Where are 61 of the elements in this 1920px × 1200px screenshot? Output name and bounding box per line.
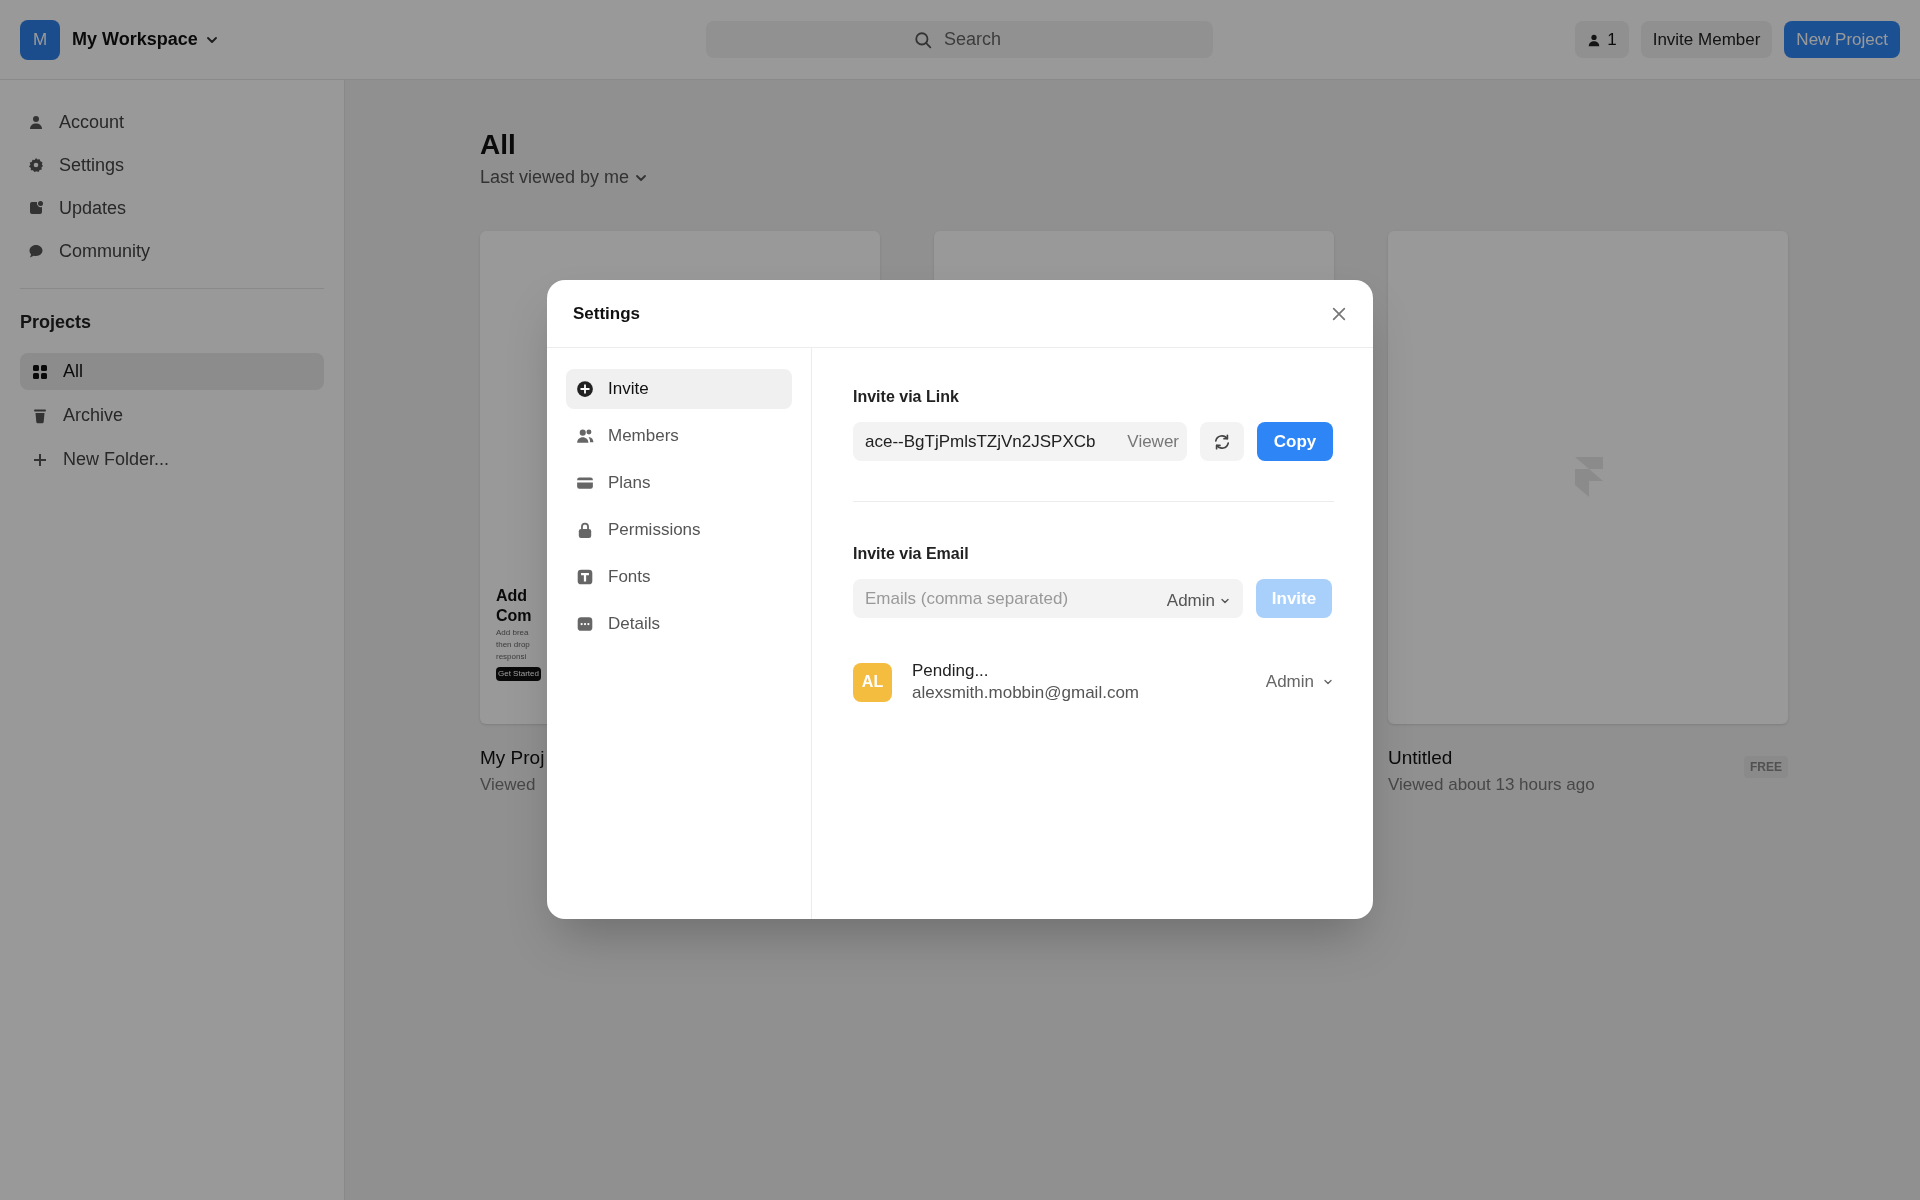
sidebar-item[interactable]: Community (20, 234, 324, 268)
sidebar-item[interactable]: New Folder... (20, 441, 324, 478)
invite-member-button[interactable]: Invite Member (1640, 21, 1773, 58)
project-subtitle: Viewed about 13 hours ago (1388, 774, 1595, 796)
settings-nav-item[interactable]: Invite (566, 369, 792, 409)
thumbnail-text: responsi (496, 651, 527, 662)
workspace-avatar: M (20, 19, 60, 60)
project-thumbnail[interactable] (1388, 231, 1788, 724)
thumbnail-button: Get Started (496, 667, 541, 681)
settings-nav-item[interactable]: Members (566, 416, 792, 456)
refresh-icon (1213, 432, 1231, 451)
dots-icon (576, 615, 594, 633)
plan-badge: FREE (1744, 756, 1788, 778)
settings-nav-item[interactable]: Permissions (566, 510, 792, 550)
member-status: Pending... (912, 660, 990, 682)
project-subtitle: Viewed (480, 774, 537, 796)
chat-icon (28, 243, 44, 259)
thumbnail-heading: Com (496, 606, 532, 626)
grid-icon (32, 363, 48, 380)
role-dropdown[interactable]: Admin (1166, 588, 1231, 614)
sidebar-item[interactable]: Settings (20, 148, 324, 182)
settings-nav-item[interactable]: Fonts (566, 557, 792, 597)
section-heading: Invite via Link (853, 387, 960, 405)
page-title: All (480, 128, 517, 160)
settings-nav-item[interactable]: Plans (566, 463, 792, 503)
invite-link-field[interactable]: ace--BgTjPmlsTZjVn2JSPXCb Viewer (853, 422, 1187, 461)
sidebar-item[interactable]: All (20, 353, 324, 390)
project-title: My Proj (480, 746, 545, 770)
copy-button[interactable]: Copy (1257, 422, 1333, 461)
thumbnail-heading: Add (496, 586, 528, 606)
section-heading: Invite via Email (853, 544, 970, 562)
people-icon (576, 427, 594, 445)
type-icon (576, 568, 594, 586)
sort-dropdown[interactable]: Last viewed by me (480, 164, 650, 191)
workspace-switcher[interactable]: My Workspace (72, 26, 220, 53)
refresh-button[interactable] (1200, 422, 1244, 461)
search-icon (914, 31, 932, 49)
updates-icon (28, 200, 44, 216)
plus-circle-icon (576, 380, 594, 398)
section-title: Projects (20, 311, 93, 333)
search-field[interactable]: Search (706, 21, 1213, 58)
thumbnail-text: then drop (496, 639, 530, 650)
settings-icon (28, 157, 44, 173)
member-avatar: AL (853, 662, 892, 702)
sidebar-item[interactable]: Account (20, 105, 324, 139)
plus-icon (32, 451, 48, 468)
thumbnail-text: Add brea (496, 627, 529, 638)
members-count-button[interactable]: 1 (1575, 21, 1629, 58)
close-button[interactable] (1331, 305, 1347, 322)
person-icon (28, 114, 44, 130)
person-icon (1587, 32, 1602, 47)
card-icon (576, 474, 594, 492)
role-dropdown[interactable]: Admin (1265, 669, 1334, 695)
member-email: alexsmith.mobbin@gmail.com (912, 682, 1139, 704)
sidebar-item[interactable]: Updates (20, 191, 324, 225)
settings-nav-item[interactable]: Details (566, 604, 792, 644)
dialog-title: Settings (573, 302, 641, 325)
lock-icon (576, 521, 594, 539)
trash-icon (32, 407, 48, 424)
sidebar-item[interactable]: Archive (20, 397, 324, 434)
project-title: Untitled (1388, 746, 1454, 770)
